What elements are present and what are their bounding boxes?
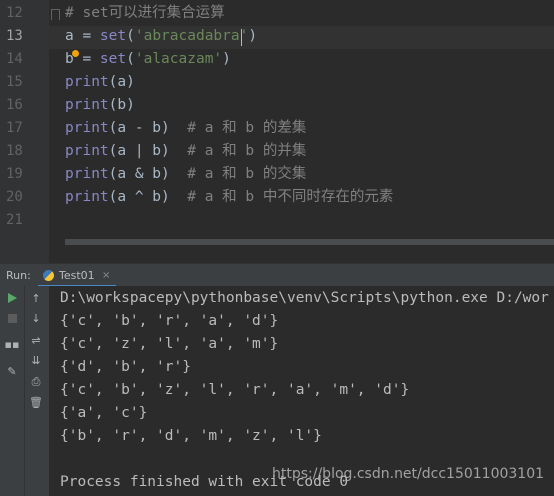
code-token: print [65,120,109,136]
watermark: https://blog.csdn.net/dcc15011003101 [272,466,545,482]
line-number: 14 [6,51,23,67]
trash-icon[interactable]: 🗑 [27,393,45,411]
code-token: print [65,166,109,182]
intention-bulb-icon[interactable] [72,50,79,57]
arrow-up-icon[interactable]: ↑ [27,289,45,307]
code-token: 'alacazam' [134,51,223,67]
scroll-to-end-icon[interactable]: ⇊ [27,351,45,369]
code-line: print(a ^ b) # a 和 b 中不同时存在的元素 [65,186,393,209]
fold-marker-icon[interactable] [51,9,60,20]
code-line: # set可以进行集合运算 [65,2,225,25]
code-token: print [65,97,109,113]
line-number: 15 [6,74,23,90]
close-icon[interactable]: × [102,264,110,287]
code-token: b = [65,51,100,67]
code-token: ) [222,51,231,67]
console-line: {'c', 'z', 'l', 'a', 'm'} [60,336,279,352]
code-token: (a & b) [108,166,188,182]
code-token: # a 和 b 的差集 [187,120,307,136]
line-number: 16 [6,97,23,113]
code-token: print [65,189,109,205]
text-caret [241,29,242,46]
code-line: print(a & b) # a 和 b 的交集 [65,163,306,186]
console-line: {'c', 'b', 'z', 'l', 'r', 'a', 'm', 'd'} [60,382,410,398]
code-token: print [65,143,109,159]
code-token: (a - b) [108,120,188,136]
code-token: ( [126,51,135,67]
code-token: # a 和 b 的交集 [187,166,307,182]
stop-icon[interactable] [3,309,21,327]
arrow-down-icon[interactable]: ↓ [27,309,45,327]
scrollbar-thumb[interactable] [65,239,554,245]
run-tab-test01[interactable]: Test01 × [38,264,116,287]
code-token: set [99,28,127,44]
console-output[interactable]: D:\workspacepy\pythonbase\venv\Scripts\p… [49,286,554,496]
code-token: # a 和 b 中不同时存在的元素 [187,189,394,205]
code-token: a = [65,28,100,44]
code-token: # a 和 b 的并集 [187,143,307,159]
code-token: ) [248,28,258,44]
run-label: Run: [6,269,31,282]
pin-icon[interactable]: ✎ [3,362,21,380]
console-line: {'b', 'r', 'd', 'm', 'z', 'l'} [60,428,322,444]
print-icon[interactable]: ⎙ [27,373,45,391]
code-token: (a ^ b) [108,189,188,205]
line-number: 18 [6,143,23,159]
run-tab-label: Test01 [59,269,95,282]
console-line: D:\workspacepy\pythonbase\venv\Scripts\p… [60,290,549,306]
code-token: set [99,51,127,67]
python-icon [43,270,54,281]
soft-wrap-icon[interactable]: ⇌ [27,331,45,349]
code-token: # set可以进行集合运算 [65,5,225,21]
line-number: 19 [6,166,23,182]
code-token: (a | b) [108,143,188,159]
code-line: b = set('alacazam') [65,48,231,71]
code-line: print(b) [65,94,135,117]
line-number: 13 [6,28,23,44]
line-number: 20 [6,189,23,205]
horizontal-scrollbar[interactable] [65,239,554,245]
toolbar-divider [24,286,25,496]
console-line: {'c', 'b', 'r', 'a', 'd'} [60,313,279,329]
line-number: 21 [6,212,23,228]
code-token: print [65,74,109,90]
code-line: print(a - b) # a 和 b 的差集 [65,117,306,140]
code-token: (a) [108,74,135,90]
layout-icon[interactable]: ▪▪ [3,335,21,353]
line-number: 17 [6,120,23,136]
run-panel-header: Run: Test01 × [0,263,554,287]
code-token: ( [126,28,135,44]
run-icon[interactable] [3,289,21,307]
code-editor[interactable]: 12 13 14 15 16 17 18 19 20 21 # set可以进行集合运算 a = se… [0,0,554,263]
code-token: 'abracadabra' [134,28,249,44]
code-line: print(a) [65,71,135,94]
line-number: 12 [6,5,23,21]
console-line: {'a', 'c'} [60,405,148,421]
code-line: print(a | b) # a 和 b 的并集 [65,140,306,163]
console-line: {'d', 'b', 'r'} [60,359,191,375]
code-token: (b) [108,97,135,113]
code-line: a = set('abracadabra') [65,25,257,48]
